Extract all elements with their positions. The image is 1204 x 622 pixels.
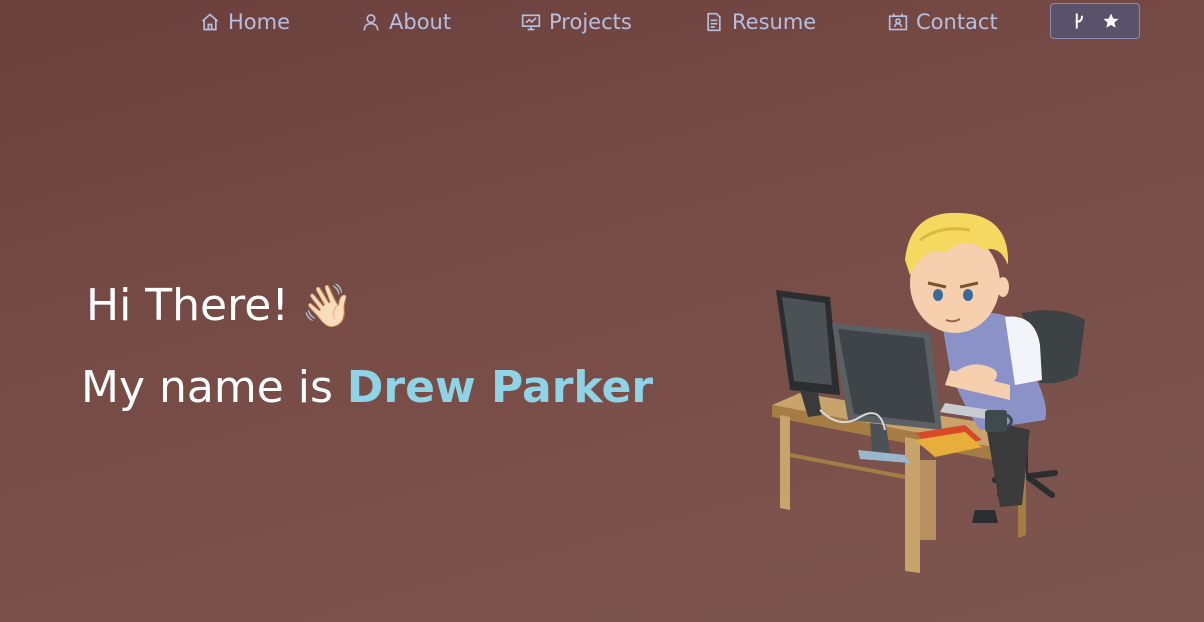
wave-emoji: 👋🏻 bbox=[300, 280, 354, 330]
nav-label-contact: Contact bbox=[916, 10, 998, 34]
document-icon bbox=[707, 12, 721, 32]
presentation-icon bbox=[521, 14, 541, 31]
nav-label-resume: Resume bbox=[732, 10, 817, 34]
greeting-heading: Hi There! 👋🏻 bbox=[86, 280, 353, 331]
git-fork-icon bbox=[1075, 13, 1083, 29]
nav-item-projects[interactable]: Projects bbox=[521, 6, 632, 38]
greeting-text: Hi There! bbox=[86, 280, 289, 331]
navbar: Home About Projects Resume Contact bbox=[0, 0, 1204, 44]
nav-item-resume[interactable]: Resume bbox=[704, 6, 816, 38]
intro-prefix: My name is bbox=[81, 362, 333, 413]
nav-label-home: Home bbox=[228, 10, 291, 34]
developer-at-desk-illustration bbox=[772, 212, 1085, 573]
developer-name: Drew Parker bbox=[346, 362, 654, 413]
nav-item-home[interactable]: Home bbox=[200, 6, 290, 38]
intro-heading: My name is Drew Parker bbox=[81, 362, 653, 413]
nav-label-about: About bbox=[389, 10, 452, 34]
home-icon bbox=[201, 13, 219, 31]
user-icon bbox=[363, 14, 379, 31]
nav-item-about[interactable]: About bbox=[361, 6, 451, 38]
star-icon bbox=[1103, 13, 1119, 28]
nav-label-projects: Projects bbox=[549, 10, 632, 34]
contact-card-icon bbox=[888, 13, 908, 31]
github-fork-star-button[interactable] bbox=[1050, 3, 1140, 39]
nav-item-contact[interactable]: Contact bbox=[888, 6, 998, 38]
